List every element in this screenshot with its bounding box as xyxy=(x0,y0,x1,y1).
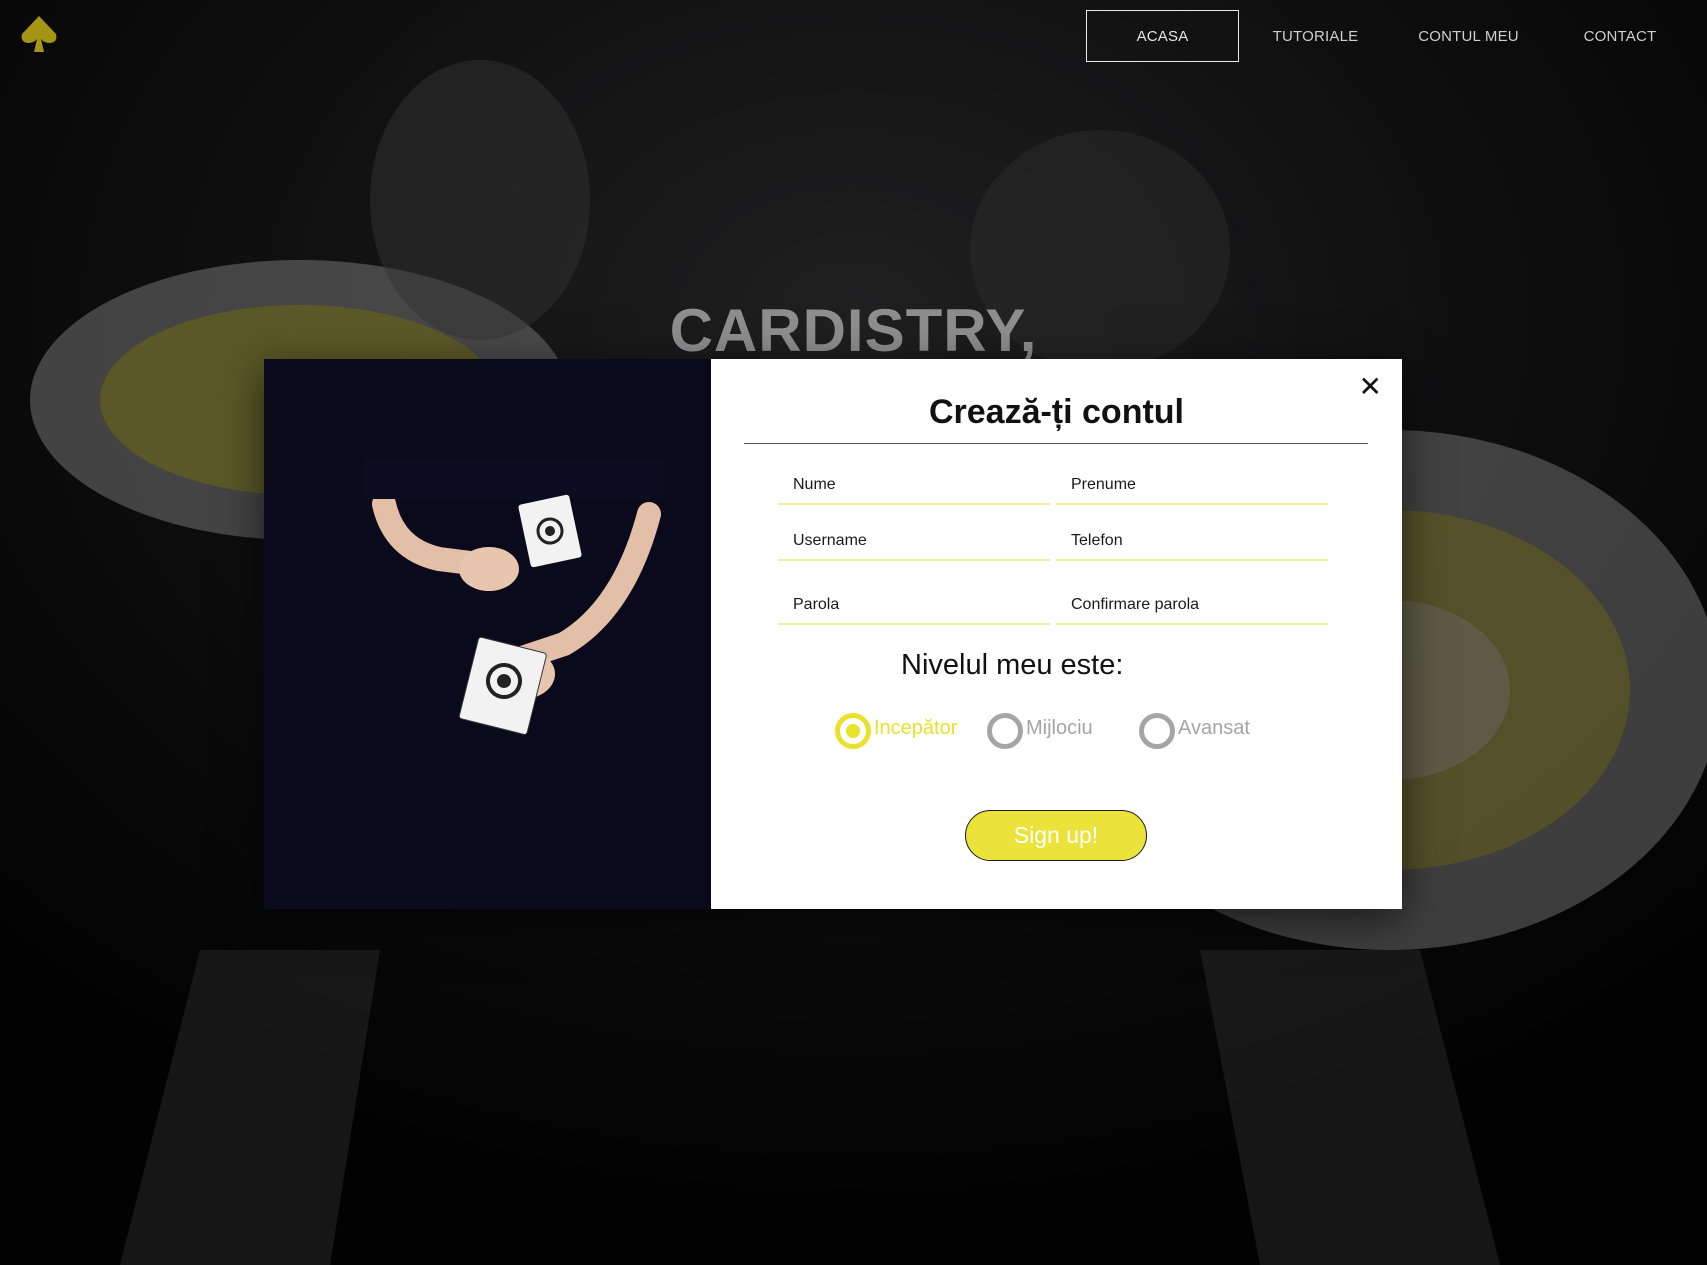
signup-modal: ✕ Crează-ți contul Nivelul meu este: xyxy=(264,359,1402,909)
confirmare-parola-field xyxy=(1056,587,1328,625)
nav-item-contul-meu[interactable]: CONTUL MEU xyxy=(1392,10,1545,62)
nav-item-tutoriale[interactable]: TUTORIALE xyxy=(1239,10,1392,62)
signup-button[interactable]: Sign up! xyxy=(965,810,1147,861)
modal-image xyxy=(264,359,711,909)
telefon-field xyxy=(1056,523,1328,561)
page: ACASA TUTORIALE CONTUL MEU CONTACT CARDI… xyxy=(0,0,1707,1265)
parola-field xyxy=(778,587,1050,625)
level-radio-group: Incepător Mijlociu Avansat xyxy=(835,713,1250,749)
confirmare-parola-input[interactable] xyxy=(1056,587,1328,623)
nume-input[interactable] xyxy=(778,467,1050,503)
cardist-photo xyxy=(264,359,711,909)
level-heading: Nivelul meu este: xyxy=(901,649,1124,681)
radio-label: Mijlociu xyxy=(1026,716,1093,739)
parola-input[interactable] xyxy=(778,587,1050,623)
username-input[interactable] xyxy=(778,523,1050,559)
nume-field xyxy=(778,467,1050,505)
signup-form: ✕ Crează-ți contul Nivelul meu este: xyxy=(711,359,1402,909)
nav-item-acasa[interactable]: ACASA xyxy=(1086,10,1239,62)
radio-selected-icon[interactable] xyxy=(835,713,871,749)
radio-unselected-icon[interactable] xyxy=(1139,713,1175,749)
title-divider xyxy=(744,443,1368,444)
main-nav: ACASA TUTORIALE CONTUL MEU CONTACT xyxy=(1086,10,1707,62)
hero-title: CARDISTRY, xyxy=(669,297,1038,364)
telefon-input[interactable] xyxy=(1056,523,1328,559)
spade-logo-icon[interactable] xyxy=(18,14,60,56)
radio-label: Avansat xyxy=(1178,716,1250,739)
radio-incepator[interactable]: Incepător xyxy=(835,713,987,749)
prenume-field xyxy=(1056,467,1328,505)
radio-unselected-icon[interactable] xyxy=(987,713,1023,749)
radio-label: Incepător xyxy=(874,716,958,739)
radio-avansat[interactable]: Avansat xyxy=(1139,713,1250,749)
form-title: Crează-ți contul xyxy=(928,393,1185,431)
username-field xyxy=(778,523,1050,561)
radio-mijlociu[interactable]: Mijlociu xyxy=(987,713,1139,749)
prenume-input[interactable] xyxy=(1056,467,1328,503)
nav-item-contact[interactable]: CONTACT xyxy=(1545,10,1695,62)
